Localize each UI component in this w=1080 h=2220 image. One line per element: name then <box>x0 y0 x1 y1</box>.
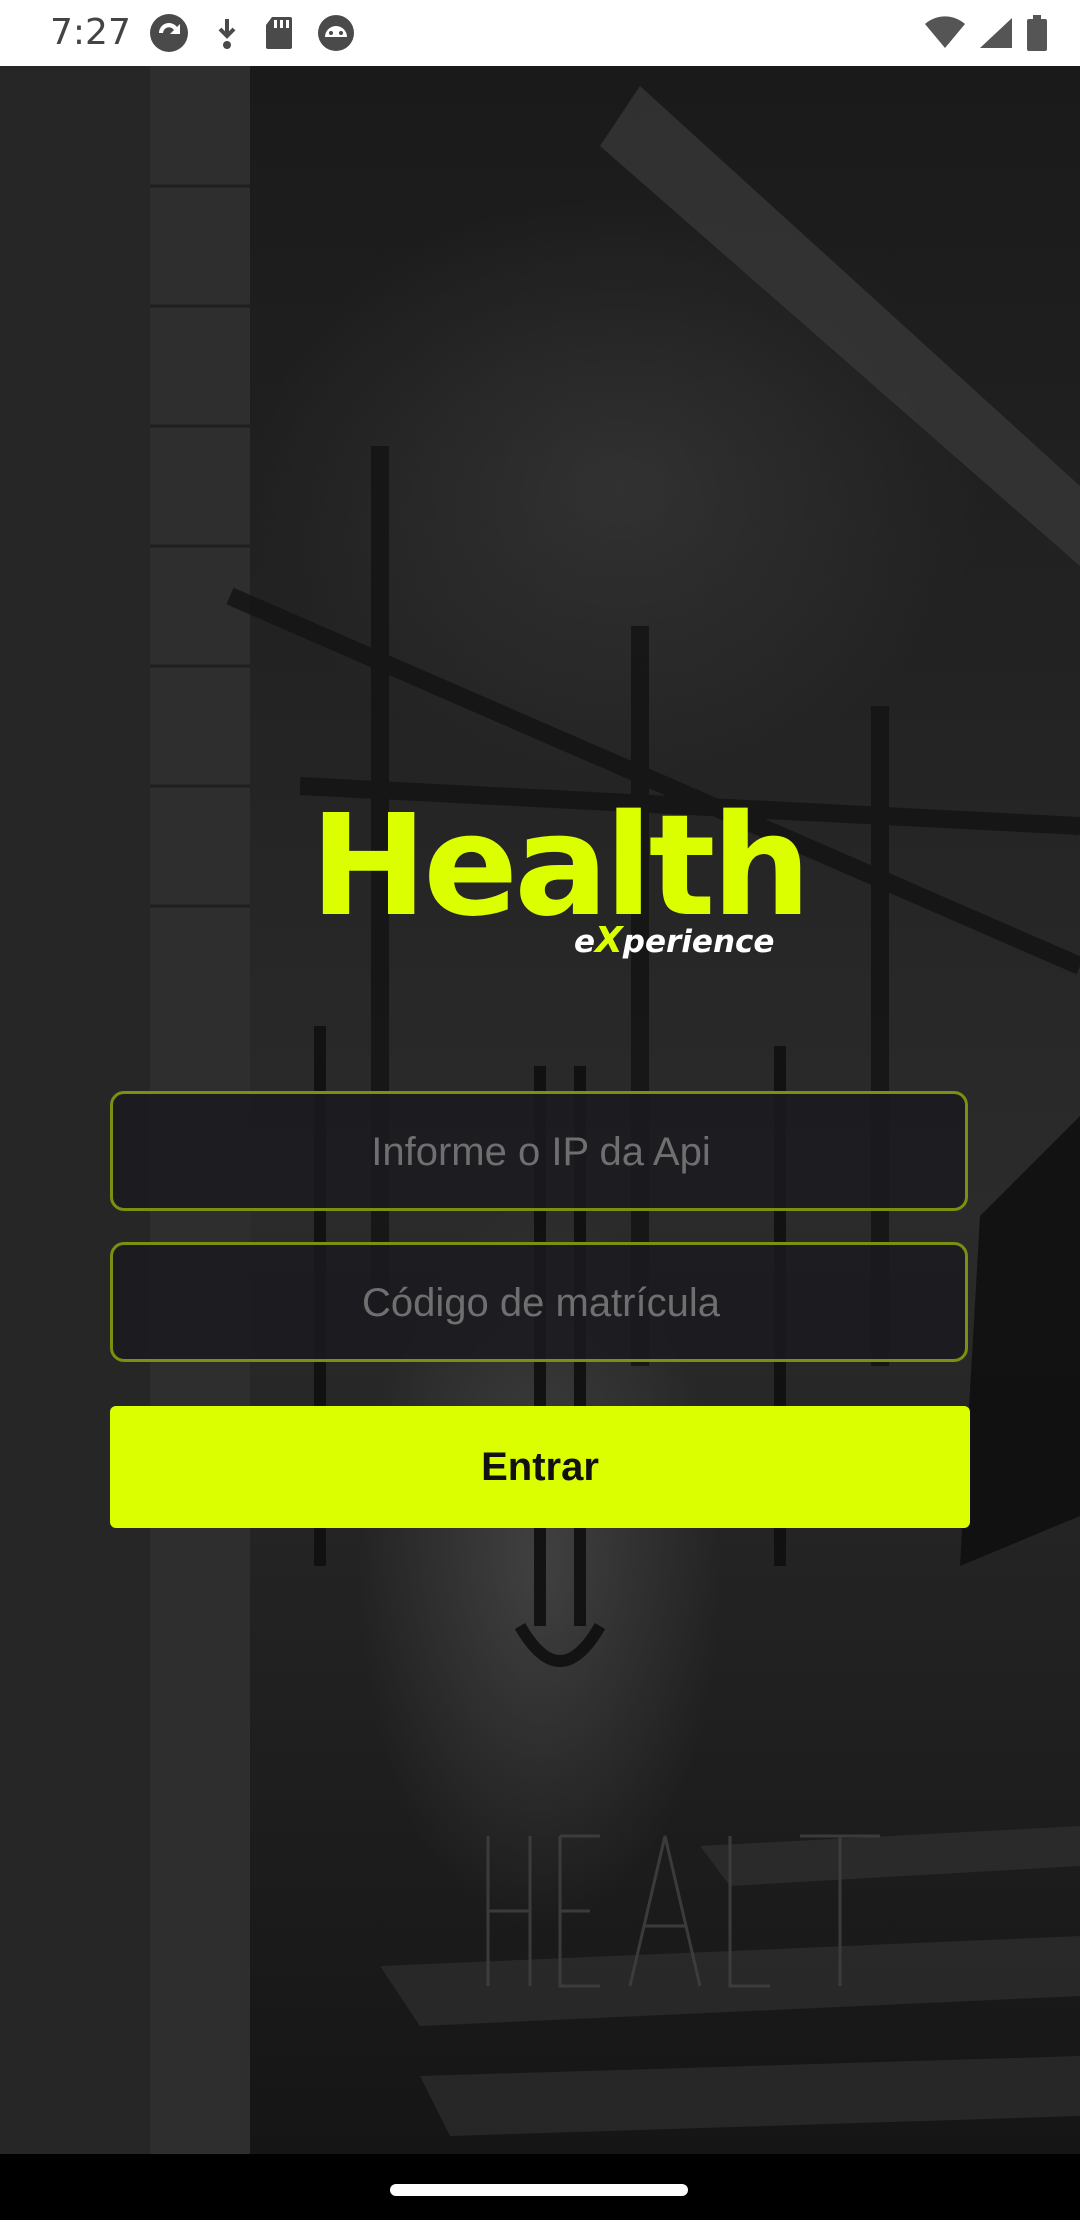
enter-button[interactable]: Entrar <box>110 1406 970 1528</box>
android-debug-icon <box>318 15 354 51</box>
logo-subtitle-suffix: perience <box>622 924 775 960</box>
registration-code-field[interactable] <box>110 1242 969 1362</box>
home-indicator[interactable] <box>390 2184 688 2196</box>
logo-subtitle-prefix: e <box>574 924 596 960</box>
logo-subtitle: eXperience <box>574 920 774 961</box>
notification-icons <box>148 12 356 54</box>
registration-code-input[interactable] <box>113 1245 969 1361</box>
system-icons <box>924 12 1048 54</box>
logo-subtitle-accent: X <box>595 920 623 961</box>
api-ip-input[interactable] <box>113 1094 969 1210</box>
status-bar: 7:27 <box>0 0 1080 66</box>
download-icon <box>218 19 236 49</box>
navigation-bar <box>0 2154 1080 2220</box>
enter-button-label: Entrar <box>481 1444 599 1489</box>
sync-app-icon <box>150 14 188 52</box>
status-time: 7:27 <box>50 12 131 53</box>
wifi-icon <box>925 16 965 48</box>
sd-card-icon <box>266 17 292 49</box>
cell-signal-icon <box>980 18 1012 48</box>
api-ip-field[interactable] <box>110 1091 969 1211</box>
app-logo: Health eXperience <box>300 792 811 970</box>
battery-icon <box>1027 15 1047 51</box>
